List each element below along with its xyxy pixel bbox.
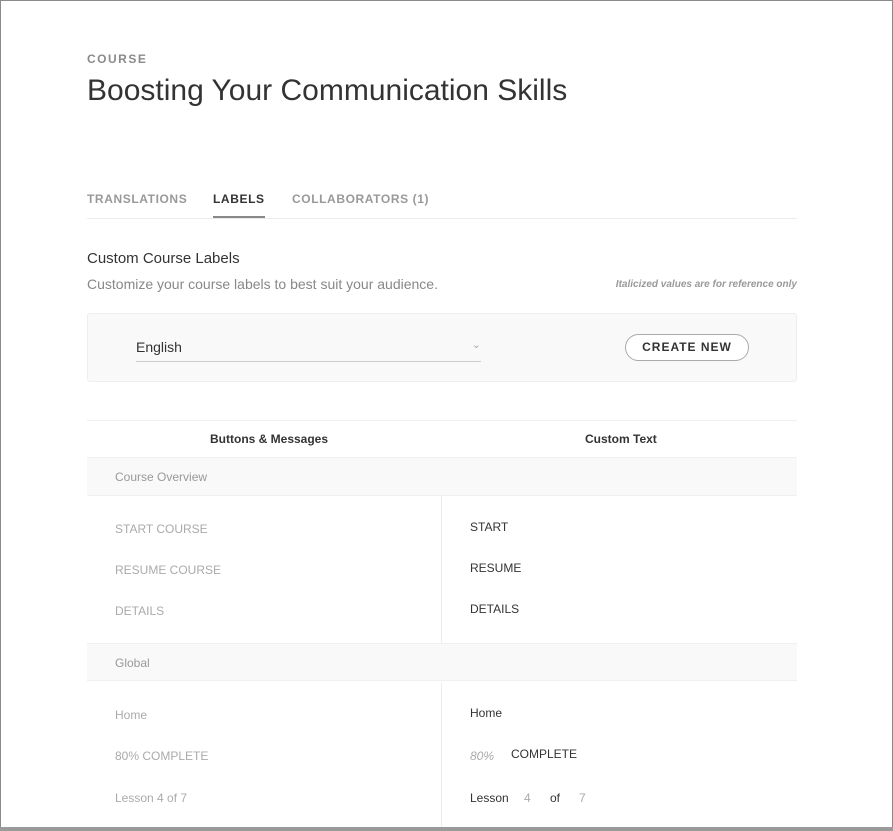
tab-collaborators[interactable]: COLLABORATORS (1) xyxy=(292,192,429,206)
column-header-custom-text: Custom Text xyxy=(585,432,657,446)
default-label: Home xyxy=(115,708,148,722)
chevron-down-icon: ⌄ xyxy=(471,339,481,351)
reference-note: Italicized values are for reference only xyxy=(615,279,797,290)
custom-text-input[interactable] xyxy=(470,561,770,575)
reference-value: 80% xyxy=(470,749,495,763)
language-select[interactable]: English ⌄ xyxy=(136,336,481,362)
column-divider xyxy=(441,496,442,643)
language-panel: English ⌄ CREATE NEW xyxy=(87,313,797,382)
custom-text-part[interactable]: of xyxy=(550,791,560,805)
default-label: 80% COMPLETE xyxy=(115,749,209,763)
column-header-buttons-messages: Buttons & Messages xyxy=(210,432,329,446)
default-label: RESUME COURSE xyxy=(115,563,222,577)
reference-value: 4 xyxy=(524,791,531,805)
section-subtitle: Customize your course labels to best sui… xyxy=(87,276,438,292)
tab-translations[interactable]: TRANSLATIONS xyxy=(87,192,187,206)
group-header-global: Global xyxy=(87,643,797,681)
tab-labels[interactable]: LABELS xyxy=(213,192,265,218)
group-header-course-overview: Course Overview xyxy=(87,458,797,496)
table-header: Buttons & Messages Custom Text xyxy=(87,420,797,458)
column-divider xyxy=(441,682,442,828)
section-title: Custom Course Labels xyxy=(87,250,240,267)
tab-bar: TRANSLATIONS LABELS COLLABORATORS (1) xyxy=(87,186,797,219)
create-new-button[interactable]: CREATE NEW xyxy=(625,334,749,361)
reference-value: 7 xyxy=(579,791,586,805)
custom-text-input[interactable] xyxy=(511,747,711,761)
language-value: English xyxy=(136,339,182,355)
page-eyebrow: COURSE xyxy=(87,52,148,66)
custom-text-part[interactable]: Lesson xyxy=(470,791,509,805)
default-label: START COURSE xyxy=(115,522,208,536)
custom-text-input[interactable] xyxy=(470,602,770,616)
custom-text-input[interactable] xyxy=(470,520,770,534)
default-label: DETAILS xyxy=(115,604,165,618)
bottom-edge xyxy=(0,827,893,831)
page-title: Boosting Your Communication Skills xyxy=(87,74,568,107)
default-label: Lesson 4 of 7 xyxy=(115,791,188,805)
custom-text-input[interactable] xyxy=(470,706,770,720)
